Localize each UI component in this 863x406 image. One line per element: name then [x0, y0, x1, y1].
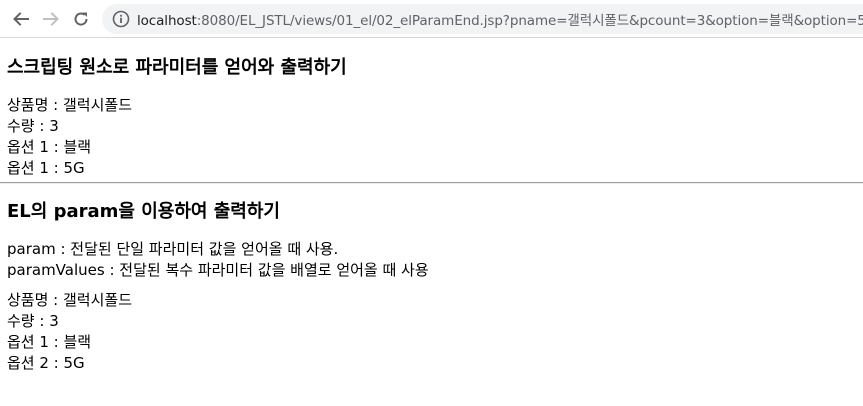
product-name-line: 상품명 : 갤럭시폴드: [7, 291, 132, 309]
back-button[interactable]: [10, 8, 32, 30]
section2-title: EL의 param을 이용하여 출력하기: [7, 201, 280, 222]
section2-description: param : 전달된 단일 파라미터 값을 얻어올 때 사용. paramVa…: [7, 239, 863, 281]
address-bar[interactable]: localhost:8080/EL_JSTL/views/01_el/02_el…: [102, 3, 863, 34]
info-circle-icon[interactable]: [112, 10, 130, 28]
option2-line: 옵션 1 : 5G: [7, 159, 85, 177]
option2-line: 옵션 2 : 5G: [7, 354, 85, 372]
url-text[interactable]: localhost:8080/EL_JSTL/views/01_el/02_el…: [137, 9, 863, 29]
arrow-right-icon: [43, 11, 59, 26]
section1-output: 상품명 : 갤럭시폴드 수량 : 3 옵션 1 : 블랙 옵션 1 : 5G: [7, 95, 863, 179]
product-name-line: 상품명 : 갤럭시폴드: [7, 96, 132, 114]
option1-line: 옵션 1 : 블랙: [7, 333, 92, 351]
divider: [0, 182, 863, 184]
quantity-line: 수량 : 3: [7, 117, 59, 135]
quantity-line: 수량 : 3: [7, 312, 59, 330]
url-host: localhost: [137, 12, 197, 29]
reload-icon: [74, 12, 88, 26]
param-description: param : 전달된 단일 파라미터 값을 얻어올 때 사용.: [7, 240, 339, 258]
section2-output: 상품명 : 갤럭시폴드 수량 : 3 옵션 1 : 블랙 옵션 2 : 5G: [7, 290, 863, 374]
reload-button[interactable]: [70, 8, 92, 30]
browser-toolbar: localhost:8080/EL_JSTL/views/01_el/02_el…: [0, 0, 863, 38]
option1-line: 옵션 1 : 블랙: [7, 138, 92, 156]
section1-title: 스크립팅 원소로 파라미터를 얻어와 출력하기: [7, 57, 347, 78]
paramvalues-description: paramValues : 전달된 복수 파라미터 값을 배열로 얻어올 때 사…: [7, 261, 429, 279]
url-path: :8080/EL_JSTL/views/01_el/02_elParamEnd.…: [196, 12, 863, 29]
forward-button[interactable]: [40, 8, 62, 30]
arrow-left-icon: [13, 11, 29, 26]
page-content: 스크립팅 원소로 파라미터를 얻어와 출력하기 상품명 : 갤럭시폴드 수량 :…: [0, 56, 863, 374]
